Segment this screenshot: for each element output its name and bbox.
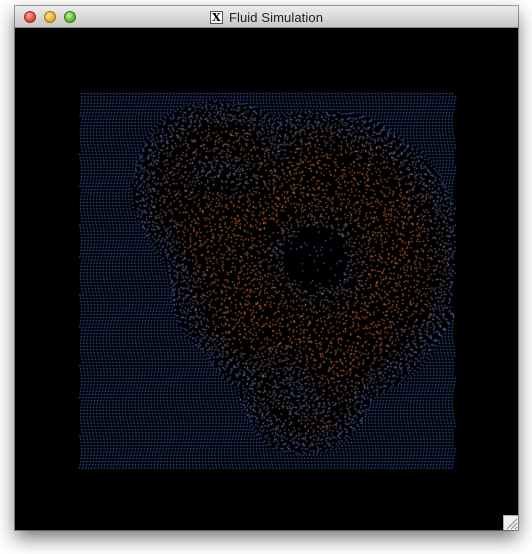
app-window: X Fluid Simulation	[15, 6, 518, 530]
resize-grip-icon[interactable]	[503, 515, 518, 530]
close-button[interactable]	[24, 11, 36, 23]
title-bar[interactable]: X Fluid Simulation	[15, 6, 518, 28]
x11-icon: X	[209, 10, 223, 24]
particle-canvas[interactable]	[15, 28, 518, 530]
window-title: Fluid Simulation	[228, 9, 324, 25]
maximize-button[interactable]	[64, 11, 76, 23]
simulation-viewport[interactable]	[15, 28, 518, 530]
title-container: X Fluid Simulation	[15, 6, 518, 28]
minimize-button[interactable]	[44, 11, 56, 23]
